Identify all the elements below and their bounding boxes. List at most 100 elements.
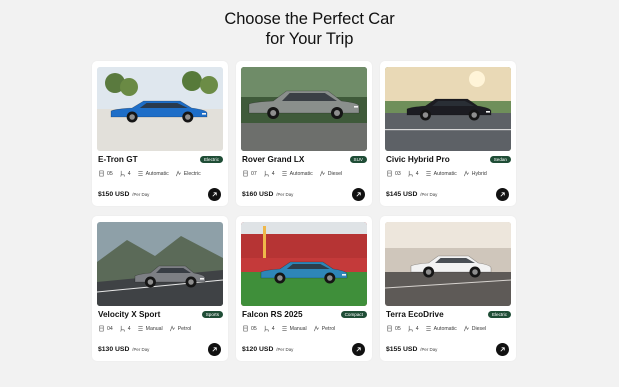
doors-value: 05 bbox=[395, 325, 401, 332]
price-value: $145 USD bbox=[386, 191, 418, 198]
car-card[interactable]: Falcon RS 2025 Compact 05 4 Manual Petro… bbox=[236, 216, 372, 361]
spec-seats: 4 bbox=[263, 325, 275, 332]
doors-value: 07 bbox=[251, 170, 257, 177]
transmission-value: Automatic bbox=[433, 170, 457, 177]
car-specs: 03 4 Automatic Hybrid bbox=[386, 169, 487, 178]
price-period: /Per Day bbox=[276, 347, 294, 352]
car-type-badge: Compact bbox=[340, 311, 367, 318]
fuel-icon bbox=[313, 325, 320, 332]
car-price: $145 USD /Per Day bbox=[386, 191, 437, 198]
transmission-value: Manual bbox=[145, 325, 163, 332]
door-icon bbox=[98, 170, 105, 177]
spec-fuel: Petrol bbox=[169, 325, 192, 332]
view-car-button[interactable] bbox=[496, 343, 509, 356]
transmission-value: Automatic bbox=[145, 170, 169, 177]
fuel-value: Diesel bbox=[327, 170, 343, 177]
car-price: $150 USD /Per Day bbox=[98, 191, 149, 198]
view-car-button[interactable] bbox=[352, 343, 365, 356]
car-card[interactable]: Rover Grand LX SUV 07 4 Automatic Diesel… bbox=[236, 61, 372, 206]
seat-icon bbox=[407, 170, 414, 177]
car-price: $130 USD /Per Day bbox=[98, 346, 149, 353]
page-title: Choose the Perfect Car for Your Trip bbox=[0, 9, 619, 49]
gearbox-icon bbox=[425, 170, 432, 177]
car-specs: 05 4 Automatic Electric bbox=[98, 169, 201, 178]
fuel-icon bbox=[169, 325, 176, 332]
seats-value: 4 bbox=[127, 170, 131, 177]
car-card[interactable]: Terra EcoDrive Electric 05 4 Automatic D… bbox=[380, 216, 516, 361]
spec-transmission: Manual bbox=[137, 325, 163, 332]
seats-value: 4 bbox=[127, 325, 131, 332]
car-name: Civic Hybrid Pro bbox=[386, 155, 450, 164]
car-photo bbox=[241, 67, 367, 151]
fuel-icon bbox=[463, 325, 470, 332]
car-type-badge: Sedan bbox=[489, 156, 511, 163]
car-card[interactable]: E-Tron GT Electric 05 4 Automatic Electr… bbox=[92, 61, 228, 206]
spec-transmission: Manual bbox=[281, 325, 307, 332]
spec-doors: 05 bbox=[386, 325, 401, 332]
seat-icon bbox=[263, 325, 270, 332]
fuel-icon bbox=[319, 170, 326, 177]
view-car-button[interactable] bbox=[208, 188, 221, 201]
car-specs: 05 4 Manual Petrol bbox=[242, 324, 335, 333]
car-photo bbox=[241, 222, 367, 306]
arrow-up-right-icon bbox=[355, 191, 362, 198]
arrow-up-right-icon bbox=[211, 346, 218, 353]
fuel-value: Petrol bbox=[177, 325, 192, 332]
spec-doors: 05 bbox=[242, 325, 257, 332]
fuel-value: Electric bbox=[183, 170, 201, 177]
fuel-value: Petrol bbox=[321, 325, 336, 332]
spec-seats: 4 bbox=[119, 325, 131, 332]
view-car-button[interactable] bbox=[496, 188, 509, 201]
price-value: $120 USD bbox=[242, 346, 274, 353]
spec-seats: 4 bbox=[407, 170, 419, 177]
transmission-value: Manual bbox=[289, 325, 307, 332]
arrow-up-right-icon bbox=[499, 191, 506, 198]
fuel-value: Diesel bbox=[471, 325, 487, 332]
view-car-button[interactable] bbox=[352, 188, 365, 201]
car-price: $155 USD /Per Day bbox=[386, 346, 437, 353]
seats-value: 4 bbox=[415, 170, 419, 177]
spec-seats: 4 bbox=[263, 170, 275, 177]
transmission-value: Automatic bbox=[433, 325, 457, 332]
car-card[interactable]: Velocity X Sport Sports 04 4 Manual Petr… bbox=[92, 216, 228, 361]
gearbox-icon bbox=[281, 325, 288, 332]
seats-value: 4 bbox=[415, 325, 419, 332]
car-type-badge: Electric bbox=[199, 156, 223, 163]
car-name: Rover Grand LX bbox=[242, 155, 305, 164]
arrow-up-right-icon bbox=[211, 191, 218, 198]
seat-icon bbox=[407, 325, 414, 332]
car-type-badge: SUV bbox=[349, 156, 367, 163]
car-specs: 04 4 Manual Petrol bbox=[98, 324, 191, 333]
door-icon bbox=[242, 325, 249, 332]
spec-seats: 4 bbox=[119, 170, 131, 177]
car-name: Velocity X Sport bbox=[98, 310, 161, 319]
price-value: $160 USD bbox=[242, 191, 274, 198]
fuel-value: Hybrid bbox=[471, 170, 487, 177]
gearbox-icon bbox=[137, 170, 144, 177]
spec-fuel: Electric bbox=[175, 170, 201, 177]
gearbox-icon bbox=[425, 325, 432, 332]
price-value: $155 USD bbox=[386, 346, 418, 353]
page-title-line1: Choose the Perfect Car bbox=[224, 10, 395, 28]
doors-value: 03 bbox=[395, 170, 401, 177]
car-photo bbox=[385, 222, 511, 306]
price-period: /Per Day bbox=[132, 192, 150, 197]
price-period: /Per Day bbox=[132, 347, 150, 352]
spec-doors: 04 bbox=[98, 325, 113, 332]
car-name: Falcon RS 2025 bbox=[242, 310, 303, 319]
car-name: Terra EcoDrive bbox=[386, 310, 444, 319]
spec-transmission: Automatic bbox=[425, 170, 457, 177]
arrow-up-right-icon bbox=[499, 346, 506, 353]
door-icon bbox=[98, 325, 105, 332]
car-card[interactable]: Civic Hybrid Pro Sedan 03 4 Automatic Hy… bbox=[380, 61, 516, 206]
car-photo bbox=[97, 222, 223, 306]
spec-doors: 05 bbox=[98, 170, 113, 177]
price-period: /Per Day bbox=[276, 192, 294, 197]
spec-fuel: Hybrid bbox=[463, 170, 487, 177]
seat-icon bbox=[119, 325, 126, 332]
page-title-line2: for Your Trip bbox=[265, 30, 354, 48]
gearbox-icon bbox=[281, 170, 288, 177]
car-photo bbox=[385, 67, 511, 151]
car-name: E-Tron GT bbox=[98, 155, 138, 164]
view-car-button[interactable] bbox=[208, 343, 221, 356]
